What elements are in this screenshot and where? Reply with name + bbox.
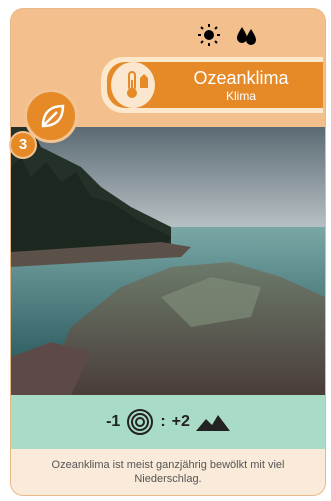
formula-left: -1 bbox=[106, 413, 121, 430]
top-icons bbox=[197, 23, 259, 47]
drop-icon bbox=[237, 27, 256, 45]
mountain-icon bbox=[195, 415, 230, 431]
ring-icon bbox=[127, 409, 154, 435]
card-title: Ozeanklima bbox=[193, 68, 289, 88]
landscape-image bbox=[11, 127, 325, 395]
description-text: Ozeanklima ist meist ganzjährig bewölkt … bbox=[51, 459, 285, 485]
title-box: Ozeanklima Klima bbox=[101, 57, 323, 113]
climate-card[interactable]: Ozeanklima Klima -1: +2 Ozeanklima ist … bbox=[11, 9, 325, 495]
effect-band: -1 : +2 bbox=[11, 395, 325, 449]
card-description: Ozeanklima ist meist ganzjährig bewölkt … bbox=[11, 449, 325, 495]
thermometer-icon bbox=[127, 71, 148, 98]
title-bar: Ozeanklima Klima bbox=[107, 62, 323, 108]
effect-formula: -1 : +2 bbox=[11, 395, 325, 449]
thermometer-badge bbox=[111, 62, 155, 108]
card-subtitle: Klima bbox=[225, 89, 256, 103]
leaf-icon bbox=[41, 104, 65, 128]
sun-icon bbox=[198, 24, 220, 46]
badge-number: 3 bbox=[9, 131, 37, 159]
formula-right: +2 bbox=[171, 413, 190, 430]
formula-separator: : bbox=[160, 413, 166, 430]
